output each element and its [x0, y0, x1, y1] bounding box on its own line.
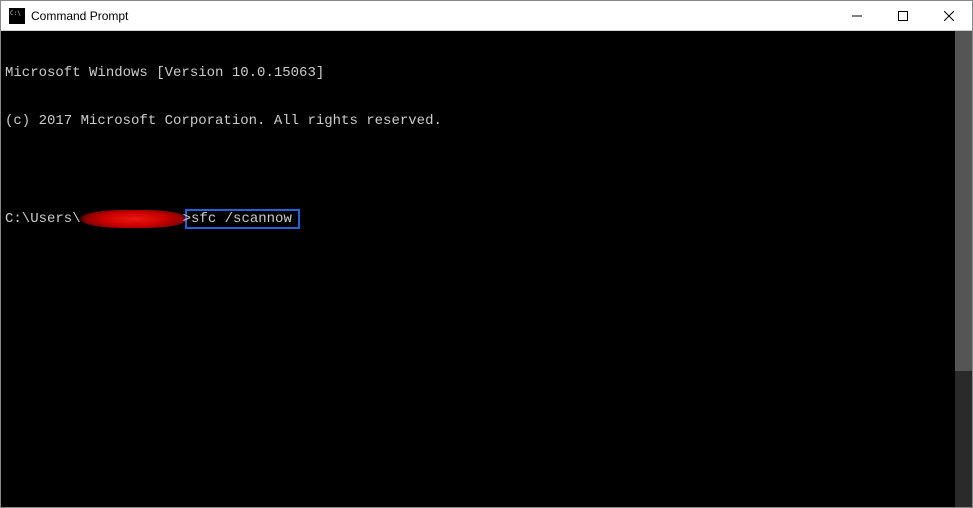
- window-controls: [834, 1, 972, 30]
- cmd-icon: [9, 8, 25, 24]
- maximize-button[interactable]: [880, 1, 926, 30]
- console-output[interactable]: Microsoft Windows [Version 10.0.15063] (…: [1, 31, 955, 507]
- minimize-icon: [852, 11, 862, 21]
- window-title: Command Prompt: [31, 9, 834, 23]
- prompt-path-prefix: C:\Users\: [5, 211, 81, 227]
- blank-line: [5, 161, 951, 177]
- prompt-symbol: >: [183, 211, 191, 227]
- copyright-line: (c) 2017 Microsoft Corporation. All righ…: [5, 113, 951, 129]
- console-area: Microsoft Windows [Version 10.0.15063] (…: [1, 31, 972, 507]
- prompt-line: C:\Users\ >sfc /scannow: [5, 209, 951, 229]
- scrollbar-thumb[interactable]: [955, 31, 972, 371]
- close-icon: [944, 11, 954, 21]
- close-button[interactable]: [926, 1, 972, 30]
- command-highlight: sfc /scannow: [185, 209, 300, 229]
- version-line: Microsoft Windows [Version 10.0.15063]: [5, 65, 951, 81]
- maximize-icon: [898, 11, 908, 21]
- titlebar[interactable]: Command Prompt: [1, 1, 972, 31]
- minimize-button[interactable]: [834, 1, 880, 30]
- redacted-username: [79, 210, 189, 228]
- command-text: sfc /scannow: [191, 211, 292, 227]
- vertical-scrollbar[interactable]: [955, 31, 972, 507]
- command-prompt-window: Command Prompt Microsoft Windows [Versio…: [0, 0, 973, 508]
